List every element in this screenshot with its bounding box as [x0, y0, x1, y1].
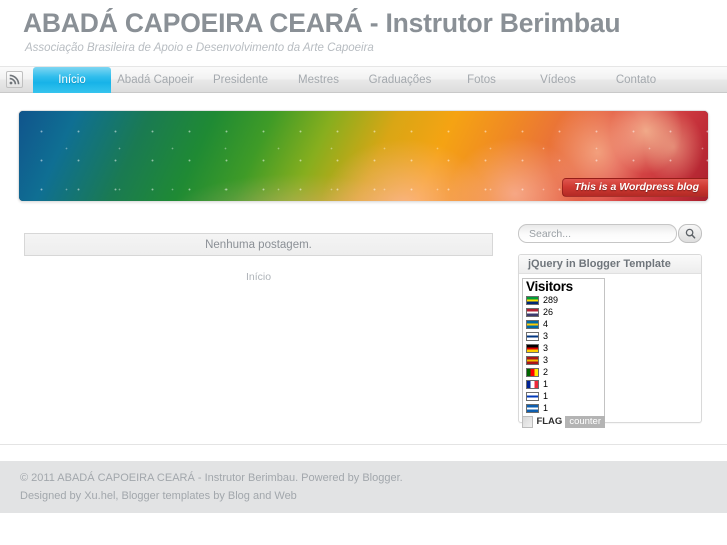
- widget-title: jQuery in Blogger Template: [519, 255, 701, 274]
- home-link[interactable]: Início: [24, 271, 493, 283]
- main-column: Nenhuma postagem. Início: [24, 233, 493, 283]
- sidebar: jQuery in Blogger Template Visitors 2892…: [518, 224, 702, 428]
- flag-icon: [526, 380, 539, 389]
- flag-counter-row: 1: [526, 391, 602, 402]
- page-title: ABADÁ CAPOEIRA CEARÁ - Instrutor Berimba…: [23, 8, 621, 38]
- flag-counter-row: 1: [526, 379, 602, 390]
- nav-item-contato[interactable]: Contato: [597, 67, 675, 93]
- flag-counter-row: 1: [526, 403, 602, 414]
- flag-icon: [526, 392, 539, 401]
- flag-icon: [526, 308, 539, 317]
- wordpress-blog-badge: This is a Wordpress blog: [562, 178, 708, 197]
- flag-counter-logo-flag: FLAG: [533, 416, 566, 428]
- flag-counter-row: 3: [526, 355, 602, 366]
- flag-icon: [526, 356, 539, 365]
- main-navigation: Início Abadá Capoeir Presidente Mestres Grad…: [0, 66, 727, 99]
- flag-counter-title: Visitors: [526, 279, 573, 294]
- flag-icon: [526, 320, 539, 329]
- flag-counter-value: 3: [543, 355, 549, 365]
- no-posts-message: Nenhuma postagem.: [24, 233, 493, 256]
- flag-counter-value: 1: [543, 379, 549, 389]
- site-header: ABADÁ CAPOEIRA CEARÁ - Instrutor Berimba…: [0, 0, 727, 66]
- flag-counter-row: 2: [526, 367, 602, 378]
- flag-counter-logo: FLAG counter: [522, 416, 605, 428]
- flag-counter-value: 26: [543, 307, 554, 317]
- flag-counter[interactable]: Visitors 289 26 4 3 3 3 2 1 1 1 FLAG counter: [522, 278, 605, 428]
- flag-counter-value: 1: [543, 391, 549, 401]
- search-button[interactable]: [678, 224, 702, 243]
- nav-item-gradua-es[interactable]: Graduações: [356, 67, 444, 93]
- flag-icon: [526, 368, 539, 377]
- nav-item-fotos[interactable]: Fotos: [444, 67, 519, 93]
- nav-item-mestres[interactable]: Mestres: [281, 67, 356, 93]
- content-wrapper: This is a Wordpress blog Nenhuma postage…: [0, 93, 727, 445]
- header-banner-image: This is a Wordpress blog: [18, 110, 709, 202]
- flag-counter-row: 289: [526, 295, 602, 306]
- flag-counter-value: 4: [543, 319, 549, 329]
- flag-counter-box: Visitors 289 26 4 3 3 3 2 1 1 1: [522, 278, 605, 416]
- nav-item-abad-capoeir[interactable]: Abadá Capoeir: [111, 67, 200, 93]
- footer-copyright: © 2011 ABADÁ CAPOEIRA CEARÁ - Instrutor …: [20, 472, 403, 484]
- flag-icon: [526, 404, 539, 413]
- search-icon: [685, 228, 695, 239]
- site-description: Associação Brasileira de Apoio e Desenvo…: [25, 42, 374, 54]
- flag-counter-row: 3: [526, 331, 602, 342]
- search-input[interactable]: [518, 224, 677, 243]
- flag-counter-value: 1: [543, 403, 549, 413]
- flag-counter-row: 26: [526, 307, 602, 318]
- flag-counter-value: 3: [543, 331, 549, 341]
- search-form: [518, 224, 702, 243]
- nav-item-v-deos[interactable]: Vídeos: [519, 67, 597, 93]
- page-root: ABADÁ CAPOEIRA CEARÁ - Instrutor Berimba…: [0, 0, 727, 545]
- nav-item-presidente[interactable]: Presidente: [200, 67, 281, 93]
- flag-icon: [526, 332, 539, 341]
- flag-icon: [526, 296, 539, 305]
- flag-counter-value: 289: [543, 295, 559, 305]
- footer-credits: Designed by Xu.hel, Blogger templates by…: [20, 490, 297, 502]
- nav-item-in-cio[interactable]: Início: [33, 67, 111, 99]
- flag-counter-row: 3: [526, 343, 602, 354]
- widget-body: Visitors 289 26 4 3 3 3 2 1 1 1 FLAG counter: [519, 274, 701, 428]
- flag-counter-rows: 289 26 4 3 3 3 2 1 1 1: [526, 295, 602, 414]
- sidebar-widget: jQuery in Blogger Template Visitors 289 2…: [518, 254, 702, 428]
- flag-counter-value: 2: [543, 367, 549, 377]
- site-footer: © 2011 ABADÁ CAPOEIRA CEARÁ - Instrutor …: [0, 461, 727, 513]
- flag-icon: [526, 344, 539, 353]
- flag-counter-row: 4: [526, 319, 602, 330]
- rss-icon[interactable]: [6, 71, 23, 88]
- flag-counter-value: 3: [543, 343, 549, 353]
- flag-counter-logo-counter: counter: [565, 416, 605, 428]
- flag-counter-mark-icon: [522, 416, 534, 428]
